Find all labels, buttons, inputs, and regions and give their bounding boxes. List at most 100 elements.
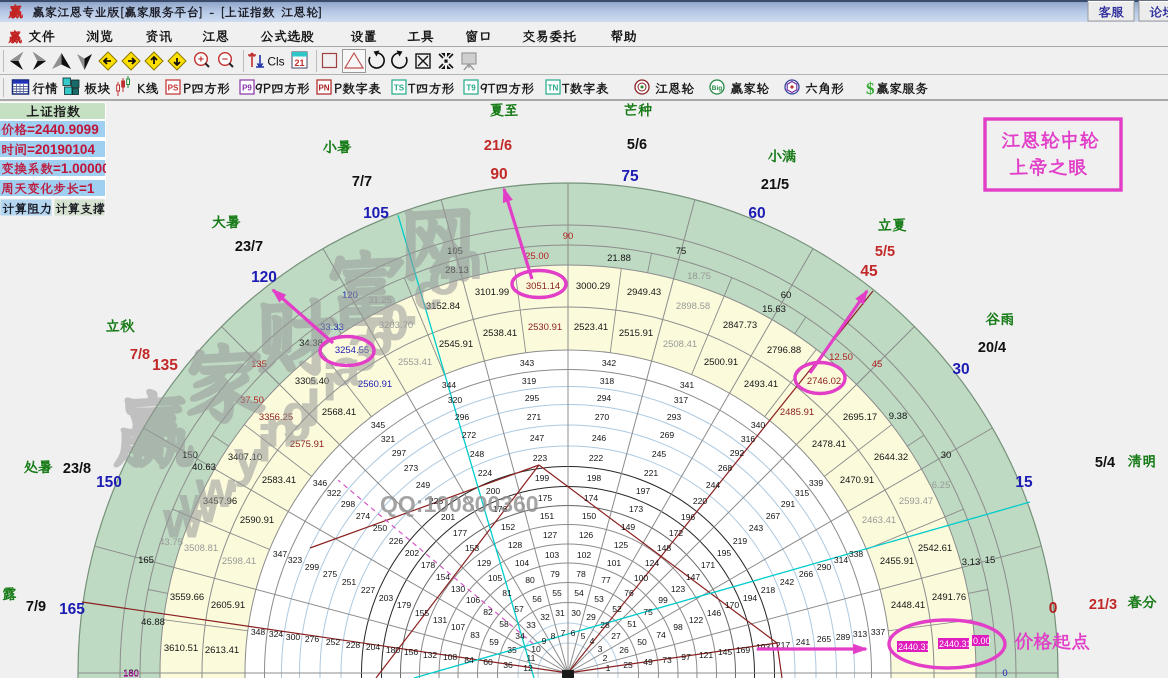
svg-text:3000.29: 3000.29 <box>576 281 610 292</box>
svg-text:104: 104 <box>515 558 530 568</box>
svg-text:290: 290 <box>817 562 832 572</box>
svg-text:273: 273 <box>404 463 419 473</box>
svg-text:32: 32 <box>540 612 550 622</box>
svg-text:2523.41: 2523.41 <box>574 322 608 333</box>
svg-text:21.88: 21.88 <box>607 253 631 264</box>
svg-text:34: 34 <box>515 631 525 641</box>
svg-text:18.75: 18.75 <box>687 271 711 282</box>
svg-text:80: 80 <box>525 575 535 585</box>
svg-text:3051.14: 3051.14 <box>526 281 560 292</box>
svg-text:170: 170 <box>725 600 740 610</box>
svg-text:313: 313 <box>853 629 868 639</box>
svg-text:2478.41: 2478.41 <box>812 439 846 450</box>
svg-text:323: 323 <box>288 555 303 565</box>
svg-text:291: 291 <box>781 499 796 509</box>
svg-text:T9: T9 <box>466 84 476 93</box>
svg-text:2455.91: 2455.91 <box>880 556 914 567</box>
svg-text:3: 3 <box>598 644 603 654</box>
svg-text:7/7: 7/7 <box>352 174 372 190</box>
svg-text:7/9: 7/9 <box>26 599 46 615</box>
svg-text:2508.41: 2508.41 <box>663 339 697 350</box>
svg-text:267: 267 <box>766 511 781 521</box>
svg-text:4: 4 <box>590 636 595 646</box>
svg-text:2796.88: 2796.88 <box>767 345 801 356</box>
svg-text:2440.31: 2440.31 <box>939 639 972 649</box>
svg-text:165: 165 <box>59 601 85 618</box>
svg-text:316: 316 <box>741 434 756 444</box>
svg-text:36: 36 <box>503 660 513 670</box>
svg-text:2695.17: 2695.17 <box>843 412 877 423</box>
svg-text:$: $ <box>866 79 875 98</box>
svg-text:73: 73 <box>662 655 672 665</box>
svg-text:220: 220 <box>693 496 708 506</box>
svg-text:105: 105 <box>363 205 389 222</box>
svg-text:3559.66: 3559.66 <box>170 592 204 603</box>
svg-text:30: 30 <box>941 450 952 461</box>
svg-text:198: 198 <box>587 473 602 483</box>
svg-text:150: 150 <box>582 511 597 521</box>
svg-text:252: 252 <box>326 637 341 647</box>
svg-text:105: 105 <box>488 573 503 583</box>
svg-text:275: 275 <box>323 569 338 579</box>
svg-text:196: 196 <box>681 512 696 522</box>
svg-text:75: 75 <box>621 168 639 185</box>
svg-text:131: 131 <box>433 615 448 625</box>
svg-text:P9: P9 <box>242 84 252 93</box>
svg-text:218: 218 <box>761 585 776 595</box>
svg-text:2530.91: 2530.91 <box>528 322 562 333</box>
svg-text:1: 1 <box>606 663 611 673</box>
svg-text:126: 126 <box>579 530 594 540</box>
svg-text:2898.58: 2898.58 <box>676 301 710 312</box>
svg-text:31: 31 <box>555 608 565 618</box>
svg-text:152: 152 <box>501 522 516 532</box>
svg-text:197: 197 <box>636 486 651 496</box>
svg-text:244: 244 <box>706 480 721 490</box>
svg-text:321: 321 <box>381 434 396 444</box>
svg-text:165: 165 <box>138 555 154 566</box>
svg-text:296: 296 <box>455 412 470 422</box>
svg-text:251: 251 <box>342 577 357 587</box>
svg-text:2470.91: 2470.91 <box>840 475 874 486</box>
svg-text:249: 249 <box>416 480 431 490</box>
svg-text:148: 148 <box>657 543 672 553</box>
svg-text:12: 12 <box>523 663 533 673</box>
svg-text:55: 55 <box>552 588 562 598</box>
svg-text:171: 171 <box>701 560 716 570</box>
svg-text:33: 33 <box>526 620 536 630</box>
svg-text:145: 145 <box>718 647 733 657</box>
svg-text:319: 319 <box>522 376 537 386</box>
svg-text:322: 322 <box>327 488 342 498</box>
svg-text:90: 90 <box>563 231 574 242</box>
svg-text:122: 122 <box>689 615 704 625</box>
svg-text:339: 339 <box>809 478 824 488</box>
svg-text:175: 175 <box>538 493 553 503</box>
svg-text:294: 294 <box>597 393 612 403</box>
svg-text:177: 177 <box>453 528 468 538</box>
svg-text:60: 60 <box>748 205 765 222</box>
svg-text:2542.61: 2542.61 <box>918 543 952 554</box>
svg-text:348: 348 <box>251 627 266 637</box>
svg-text:2440.31: 2440.31 <box>898 642 931 652</box>
svg-text:PN: PN <box>318 84 329 93</box>
svg-text:250: 250 <box>373 523 388 533</box>
svg-text:PS: PS <box>168 84 179 93</box>
svg-text:11: 11 <box>527 653 536 663</box>
svg-text:98: 98 <box>673 622 683 632</box>
svg-text:195: 195 <box>717 548 732 558</box>
svg-text:151: 151 <box>540 511 555 521</box>
svg-text:45: 45 <box>860 263 878 280</box>
svg-text:81: 81 <box>502 588 512 598</box>
svg-text:9.38: 9.38 <box>889 411 908 422</box>
svg-text:129: 129 <box>477 558 492 568</box>
svg-text:2598.41: 2598.41 <box>222 556 256 567</box>
svg-text:100: 100 <box>634 573 649 583</box>
svg-text:269: 269 <box>660 430 675 440</box>
svg-text:317: 317 <box>674 395 689 405</box>
svg-text:324: 324 <box>269 629 284 639</box>
svg-text:178: 178 <box>421 560 436 570</box>
svg-text:j: j <box>305 370 320 426</box>
svg-text:343: 343 <box>520 358 535 368</box>
svg-text:243: 243 <box>749 523 764 533</box>
svg-text:2746.02: 2746.02 <box>807 376 841 387</box>
svg-text:52: 52 <box>612 604 622 614</box>
